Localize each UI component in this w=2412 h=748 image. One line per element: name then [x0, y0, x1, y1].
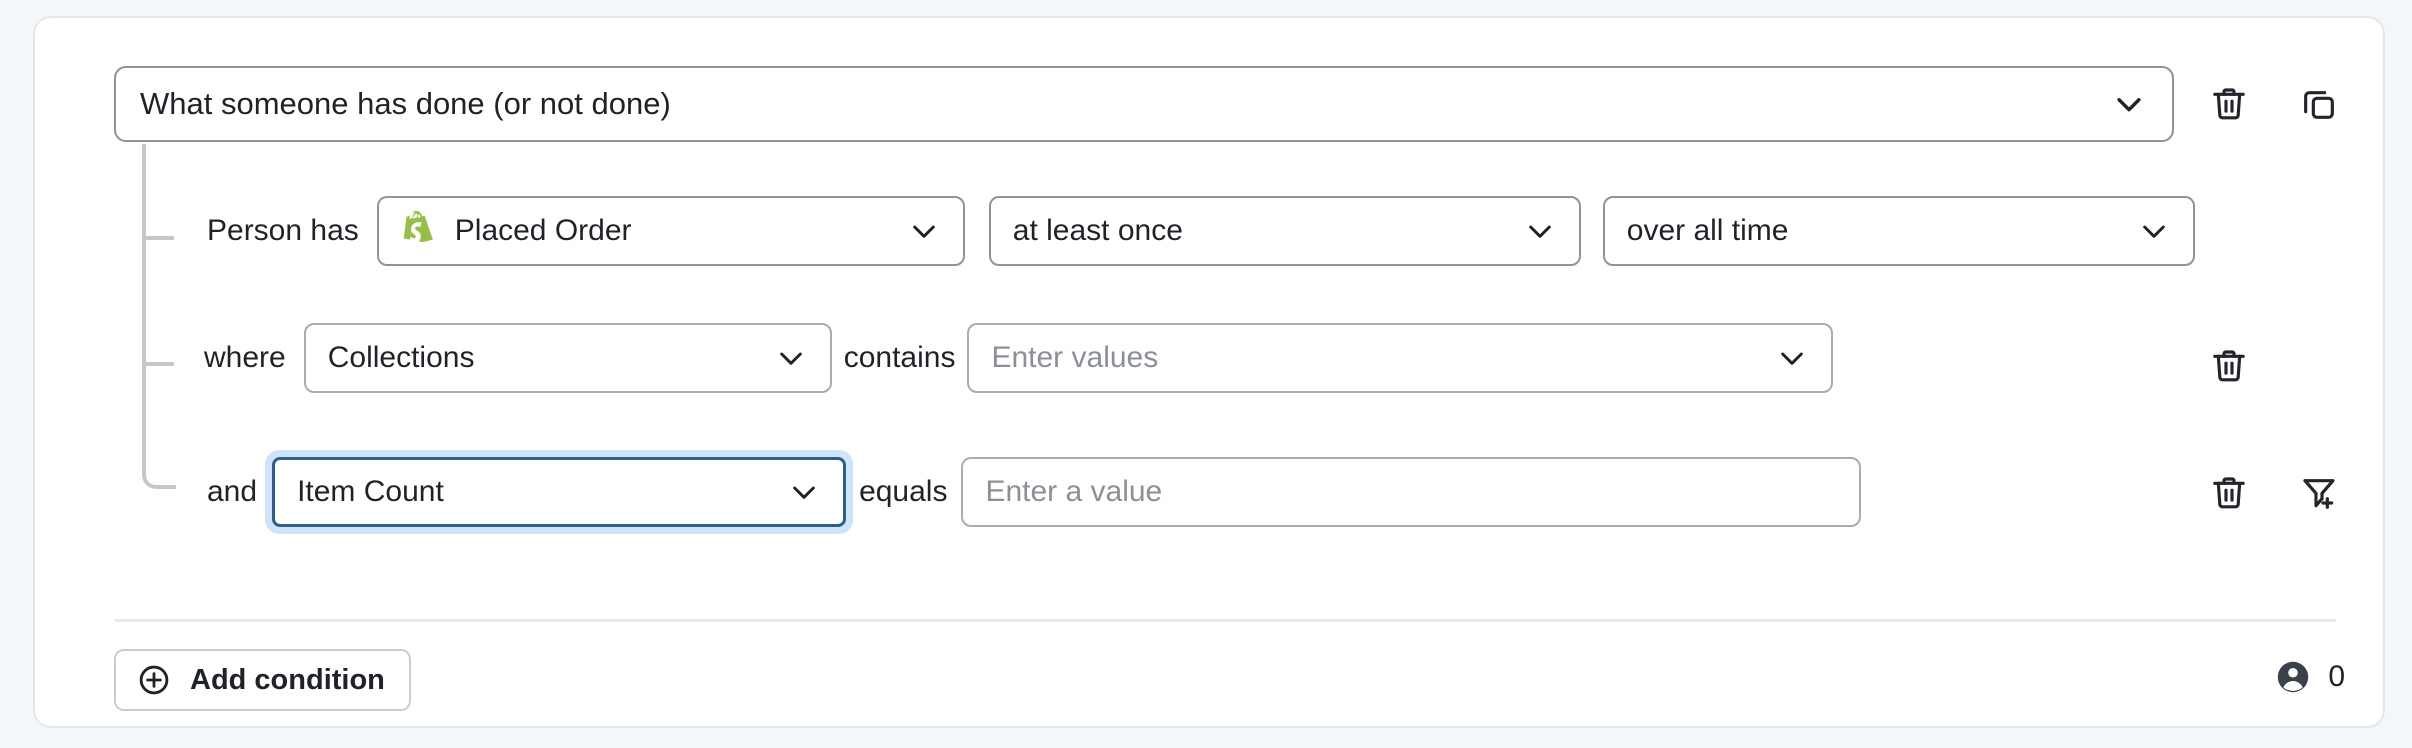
- footer-divider: [114, 619, 2336, 622]
- trash-icon: [2209, 346, 2249, 386]
- delete-filter-row-collections-button[interactable]: [2203, 340, 2255, 392]
- dimension-select-item-count-focus-ring: Item Count: [265, 450, 853, 534]
- row-where-label: where: [204, 343, 286, 373]
- tree-connector-branch-2: [142, 362, 174, 366]
- filter-add-icon: [2299, 473, 2339, 513]
- dimension-value: Collections: [328, 341, 760, 375]
- duplicate-condition-group-button[interactable]: [2293, 78, 2345, 130]
- add-condition-label: Add condition: [190, 664, 385, 697]
- person-count: 0: [2274, 658, 2345, 696]
- person-icon: [2274, 658, 2312, 696]
- dimension-value: Item Count: [297, 475, 773, 509]
- metric-value: Placed Order: [455, 214, 893, 248]
- frequency-select[interactable]: at least once: [989, 196, 1581, 266]
- delete-filter-row-item-count-button[interactable]: [2203, 467, 2255, 519]
- condition-trigger-field[interactable]: What someone has done (or not done): [114, 66, 2174, 142]
- delete-condition-group-button[interactable]: [2203, 78, 2255, 130]
- chevron-down-icon: [2112, 87, 2146, 121]
- add-filter-row-button[interactable]: [2293, 467, 2345, 519]
- dimension-select-collections[interactable]: Collections: [304, 323, 832, 393]
- frequency-value: at least once: [1013, 214, 1509, 248]
- trash-icon: [2209, 473, 2249, 513]
- condition-trigger-label: What someone has done (or not done): [140, 86, 2098, 122]
- row-person-has: Person has Placed Order at le: [207, 196, 2195, 266]
- add-condition-button[interactable]: Add condition: [114, 649, 411, 711]
- timeframe-select[interactable]: over all time: [1603, 196, 2195, 266]
- chevron-down-icon: [1775, 341, 1809, 375]
- values-input-collections[interactable]: Enter values: [967, 323, 1833, 393]
- chevron-down-icon: [774, 341, 808, 375]
- duplicate-icon: [2299, 84, 2339, 124]
- operator-label-contains: contains: [844, 343, 956, 373]
- row-and-label: and: [207, 477, 257, 507]
- shopify-icon: [401, 211, 437, 251]
- chevron-down-icon: [907, 214, 941, 248]
- value-input-item-count[interactable]: Enter a value: [961, 457, 1861, 527]
- chevron-down-icon: [787, 475, 821, 509]
- condition-trigger-select[interactable]: What someone has done (or not done): [114, 66, 2174, 142]
- metric-select[interactable]: Placed Order: [377, 196, 965, 266]
- dimension-select-item-count[interactable]: Item Count: [272, 457, 846, 527]
- row-and-item-count: and Item Count equals Enter a value: [207, 450, 1861, 534]
- operator-label-equals: equals: [859, 477, 947, 507]
- plus-circle-icon: [136, 662, 172, 698]
- chevron-down-icon: [2137, 214, 2171, 248]
- row-where-collections: where Collections contains Enter values: [204, 323, 1833, 393]
- row-person-has-label: Person has: [207, 216, 359, 246]
- timeframe-value: over all time: [1627, 214, 2123, 248]
- values-input-placeholder: Enter values: [991, 341, 1761, 375]
- person-count-value: 0: [2328, 660, 2345, 694]
- condition-group-card: What someone has done (or not done): [33, 16, 2385, 728]
- segment-builder-page: What someone has done (or not done): [0, 0, 2412, 748]
- tree-connector-branch-1: [142, 236, 174, 240]
- value-input-placeholder: Enter a value: [985, 475, 1837, 509]
- chevron-down-icon: [1523, 214, 1557, 248]
- trash-icon: [2209, 84, 2249, 124]
- tree-connector-trunk: [142, 144, 176, 489]
